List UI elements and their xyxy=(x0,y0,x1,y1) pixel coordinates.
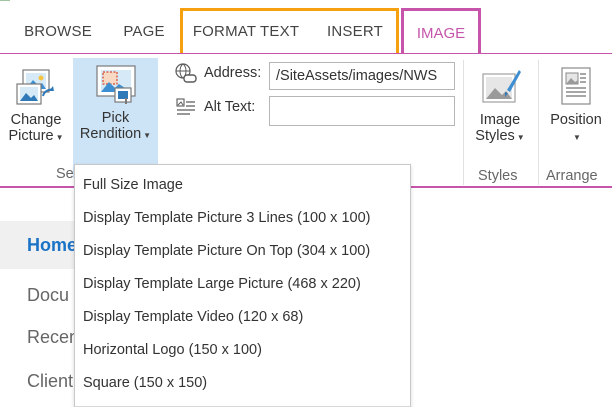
rendition-dropdown-menu: Full Size Image Display Template Picture… xyxy=(74,164,411,407)
image-styles-label: Image Styles ▼ xyxy=(475,112,524,146)
position-label: Position ▼ xyxy=(550,112,602,146)
change-picture-line2: Picture xyxy=(8,128,54,144)
menu-item-picture-3-lines[interactable]: Display Template Picture 3 Lines (100 x … xyxy=(83,206,370,230)
alt-text-icon xyxy=(176,98,195,115)
address-label: Address: xyxy=(204,65,262,81)
position-line1: Position xyxy=(550,112,602,128)
menu-item-horizontal-logo[interactable]: Horizontal Logo (150 x 100) xyxy=(83,338,262,362)
menu-item-picture-on-top[interactable]: Display Template Picture On Top (304 x 1… xyxy=(83,239,370,263)
ribbon-tab-row: BROWSE PAGE FORMAT TEXT INSERT IMAGE xyxy=(0,8,612,55)
dropdown-arrow-icon: ▼ xyxy=(573,133,581,142)
address-row: Address: xyxy=(174,62,268,84)
top-edge xyxy=(0,0,10,1)
image-styles-icon xyxy=(482,70,521,103)
pick-rendition-line2: Rendition xyxy=(79,126,142,142)
image-styles-line2: Styles xyxy=(475,128,515,144)
tab-browse[interactable]: BROWSE xyxy=(14,8,102,54)
change-picture-button[interactable]: Change Picture ▼ xyxy=(4,60,68,146)
tab-format-text[interactable]: FORMAT TEXT xyxy=(182,8,310,54)
group-label-styles: Styles xyxy=(478,168,518,184)
pick-rendition-icon xyxy=(95,65,136,104)
tab-insert[interactable]: INSERT xyxy=(312,8,398,54)
pick-rendition-button[interactable]: Pick Rendition ▼ xyxy=(73,58,158,178)
change-picture-label: Change Picture ▼ xyxy=(8,112,63,146)
menu-item-video[interactable]: Display Template Video (120 x 68) xyxy=(83,305,303,329)
menu-item-square[interactable]: Square (150 x 150) xyxy=(83,371,207,395)
dropdown-arrow-icon: ▼ xyxy=(143,131,152,140)
dropdown-arrow-icon: ▼ xyxy=(55,133,64,142)
group-label-arrange: Arrange xyxy=(546,168,598,184)
change-picture-line1: Change xyxy=(10,112,62,128)
alt-text-row: Alt Text: xyxy=(174,96,268,118)
address-link-icon xyxy=(175,63,197,83)
alt-text-label: Alt Text: xyxy=(204,99,256,115)
tab-page[interactable]: PAGE xyxy=(110,8,178,54)
image-styles-button[interactable]: Image Styles ▼ xyxy=(470,60,530,146)
alt-text-input[interactable] xyxy=(269,96,455,126)
tab-image[interactable]: IMAGE xyxy=(401,8,481,55)
pick-rendition-line1: Pick xyxy=(101,110,130,126)
pick-rendition-label: Pick Rendition ▼ xyxy=(80,110,151,144)
top-strip xyxy=(0,0,612,8)
address-input[interactable] xyxy=(269,62,455,90)
position-button[interactable]: Position ▼ xyxy=(543,60,609,146)
ribbon-group-separator xyxy=(538,60,539,185)
position-icon xyxy=(561,67,591,105)
group-label-select: Se xyxy=(56,166,74,182)
change-picture-icon xyxy=(16,69,54,105)
menu-item-large-picture[interactable]: Display Template Large Picture (468 x 22… xyxy=(83,272,361,296)
menu-item-full-size[interactable]: Full Size Image xyxy=(83,173,183,197)
ribbon-group-separator xyxy=(463,60,464,185)
image-styles-line1: Image xyxy=(479,112,521,128)
dropdown-arrow-icon: ▼ xyxy=(516,133,525,142)
